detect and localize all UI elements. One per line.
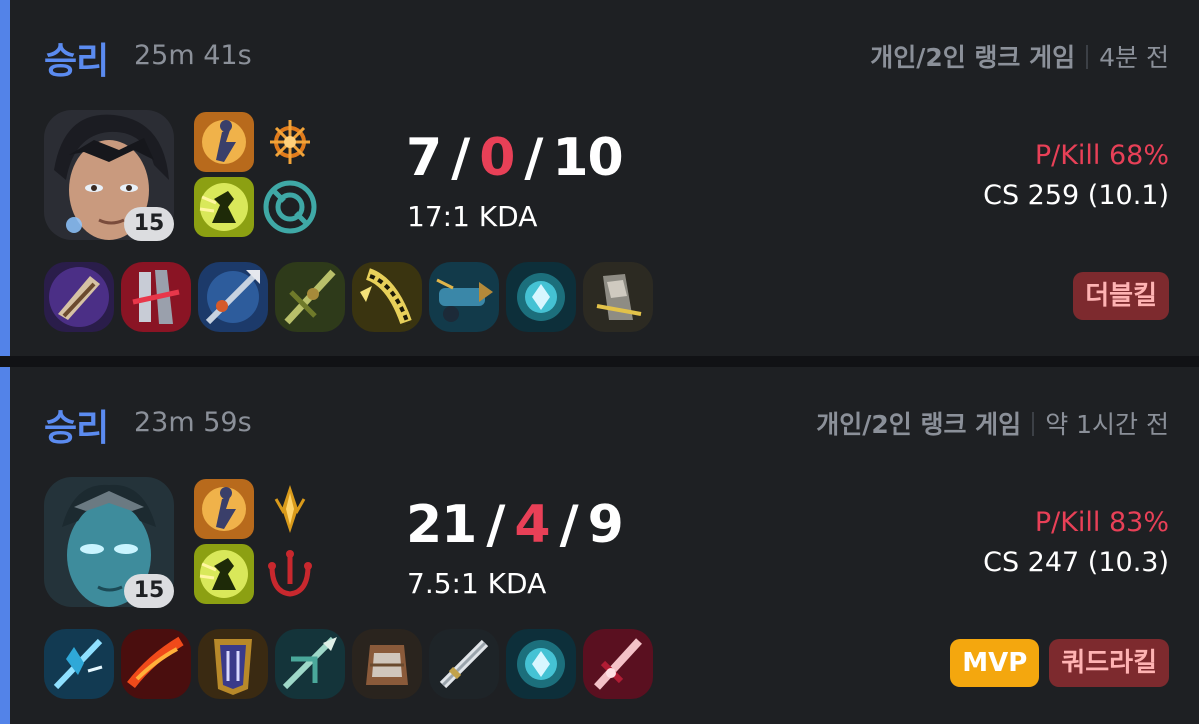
creep-score: CS 259 (10.1)	[983, 180, 1169, 211]
queue-type: 개인/2인 랭크 게임	[870, 43, 1076, 72]
divider	[1086, 45, 1089, 69]
badge-row: MVP 쿼드라킬	[950, 639, 1169, 687]
match-duration: 25m 41s	[134, 40, 252, 71]
kill-participation: P/Kill 83%	[1034, 507, 1169, 538]
time-ago: 4분 전	[1099, 43, 1169, 72]
kda-ratio: 17:1 KDA	[407, 200, 538, 233]
match-card[interactable]: 승리 23m 59s 개인/2인 랭크 게임 약 1시간 전 15 21/4/9 …	[0, 367, 1199, 724]
match-result: 승리	[44, 408, 109, 449]
mvp-badge: MVP	[950, 639, 1040, 687]
item-8-icon[interactable]	[583, 629, 653, 699]
multikill-badge: 쿼드라킬	[1049, 639, 1169, 687]
item-5-icon[interactable]	[352, 629, 422, 699]
item-2-icon[interactable]	[121, 262, 191, 332]
match-duration: 23m 59s	[134, 407, 252, 438]
deaths: 4	[514, 495, 550, 555]
kda-ratio: 7.5:1 KDA	[407, 567, 547, 600]
item-8-icon[interactable]	[583, 262, 653, 332]
flash-spell-icon[interactable]	[194, 112, 254, 172]
queue-type: 개인/2인 랭크 게임	[816, 410, 1022, 439]
kda-score: 21/4/9	[406, 495, 624, 555]
flash-spell-icon[interactable]	[194, 479, 254, 539]
match-card[interactable]: 승리 25m 41s 개인/2인 랭크 게임 4분 전 15 7/0/10 17:…	[0, 0, 1199, 356]
item-3-icon[interactable]	[198, 262, 268, 332]
item-5-icon[interactable]	[352, 262, 422, 332]
badge-row: 더블킬	[1073, 272, 1169, 320]
kills: 21	[406, 495, 477, 555]
multikill-badge: 더블킬	[1073, 272, 1169, 320]
item-4-icon[interactable]	[275, 629, 345, 699]
time-ago: 약 1시간 전	[1045, 410, 1169, 439]
champion-level: 15	[124, 574, 174, 608]
kill-participation: P/Kill 68%	[1034, 140, 1169, 171]
kills: 7	[406, 128, 442, 188]
keystone-rune-icon[interactable]	[260, 479, 320, 539]
item-6-icon[interactable]	[429, 262, 499, 332]
ghost-spell-icon[interactable]	[194, 544, 254, 604]
match-meta: 개인/2인 랭크 게임 약 1시간 전	[816, 405, 1169, 441]
secondary-rune-icon[interactable]	[260, 544, 320, 604]
item-7-icon[interactable]	[506, 629, 576, 699]
kda-score: 7/0/10	[406, 128, 624, 188]
assists: 10	[552, 128, 623, 188]
item-2-icon[interactable]	[121, 629, 191, 699]
keystone-rune-icon[interactable]	[260, 112, 320, 172]
creep-score: CS 247 (10.3)	[983, 547, 1169, 578]
item-4-icon[interactable]	[275, 262, 345, 332]
secondary-rune-icon[interactable]	[260, 177, 320, 237]
item-6-icon[interactable]	[429, 629, 499, 699]
ghost-spell-icon[interactable]	[194, 177, 254, 237]
deaths: 0	[479, 128, 515, 188]
item-7-icon[interactable]	[506, 262, 576, 332]
assists: 9	[587, 495, 624, 555]
item-1-icon[interactable]	[44, 629, 114, 699]
champion-level: 15	[124, 207, 174, 241]
item-1-icon[interactable]	[44, 262, 114, 332]
item-3-icon[interactable]	[198, 629, 268, 699]
divider	[1032, 412, 1035, 436]
match-meta: 개인/2인 랭크 게임 4분 전	[870, 38, 1169, 74]
match-result: 승리	[44, 41, 109, 82]
